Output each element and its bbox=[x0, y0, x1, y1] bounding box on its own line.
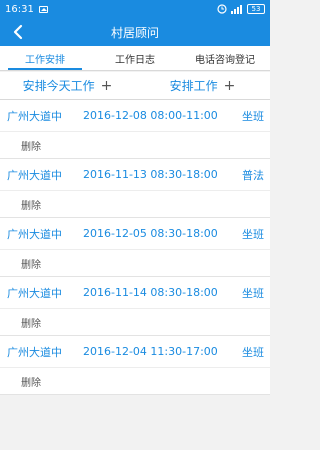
schedule-type: 坐班 bbox=[242, 286, 264, 300]
schedule-type: 坐班 bbox=[242, 227, 264, 241]
list-item: 广州大道中 2016-11-13 08:30-18:00 普法 删除 bbox=[0, 159, 270, 218]
schedule-address: 广州大道中 bbox=[7, 286, 62, 300]
arrange-today-label: 安排今天工作 bbox=[22, 79, 95, 93]
schedule-type: 坐班 bbox=[242, 109, 264, 123]
list-item: 广州大道中 2016-12-04 11:30-17:00 坐班 删除 bbox=[0, 336, 270, 395]
battery-icon: 53 bbox=[247, 4, 265, 14]
list-item: 广州大道中 2016-12-08 08:00-11:00 坐班 删除 bbox=[0, 100, 270, 159]
tab-bar: 工作安排 工作日志 电话咨询登记 bbox=[0, 46, 270, 71]
plus-icon: + bbox=[100, 77, 113, 94]
schedule-time: 2016-11-14 08:30-18:00 bbox=[83, 286, 218, 299]
signal-icon bbox=[231, 5, 242, 14]
alarm-icon bbox=[217, 4, 227, 14]
schedule-time: 2016-12-05 08:30-18:00 bbox=[83, 227, 218, 240]
plus-icon: + bbox=[223, 77, 236, 94]
delete-button[interactable]: 删除 bbox=[21, 256, 41, 271]
back-arrow-icon[interactable] bbox=[10, 23, 28, 41]
image-notification-icon bbox=[38, 5, 48, 13]
battery-level: 53 bbox=[251, 5, 261, 13]
schedule-row[interactable]: 广州大道中 2016-11-14 08:30-18:00 坐班 bbox=[0, 277, 270, 308]
action-bar: 安排今天工作 + 安排工作 + bbox=[0, 72, 270, 100]
schedule-address: 广州大道中 bbox=[7, 227, 62, 241]
arrange-today-button[interactable]: 安排今天工作 + bbox=[0, 72, 135, 99]
status-bar: 16:31 53 bbox=[0, 0, 270, 18]
tab-work-schedule[interactable]: 工作安排 bbox=[0, 46, 90, 70]
schedule-type: 普法 bbox=[242, 168, 264, 182]
schedule-row[interactable]: 广州大道中 2016-12-04 11:30-17:00 坐班 bbox=[0, 336, 270, 367]
schedule-time: 2016-11-13 08:30-18:00 bbox=[83, 168, 218, 181]
schedule-address: 广州大道中 bbox=[7, 109, 62, 123]
arrange-work-label: 安排工作 bbox=[169, 79, 218, 93]
page-title: 村居顾问 bbox=[110, 25, 159, 40]
schedule-type: 坐班 bbox=[242, 345, 264, 359]
schedule-list: 广州大道中 2016-12-08 08:00-11:00 坐班 删除 广州大道中… bbox=[0, 100, 270, 395]
schedule-row[interactable]: 广州大道中 2016-12-05 08:30-18:00 坐班 bbox=[0, 218, 270, 249]
app-header: 村居顾问 bbox=[0, 18, 270, 46]
delete-button[interactable]: 删除 bbox=[21, 138, 41, 153]
schedule-time: 2016-12-04 11:30-17:00 bbox=[83, 345, 218, 358]
delete-button[interactable]: 删除 bbox=[21, 197, 41, 212]
delete-button[interactable]: 删除 bbox=[21, 374, 41, 389]
tab-work-log[interactable]: 工作日志 bbox=[90, 46, 180, 70]
list-item: 广州大道中 2016-12-05 08:30-18:00 坐班 删除 bbox=[0, 218, 270, 277]
arrange-work-button[interactable]: 安排工作 + bbox=[135, 72, 270, 99]
schedule-row[interactable]: 广州大道中 2016-12-08 08:00-11:00 坐班 bbox=[0, 100, 270, 131]
status-time: 16:31 bbox=[5, 3, 34, 15]
schedule-time: 2016-12-08 08:00-11:00 bbox=[83, 109, 218, 122]
delete-button[interactable]: 删除 bbox=[21, 315, 41, 330]
tab-phone-consult-register[interactable]: 电话咨询登记 bbox=[180, 46, 270, 70]
schedule-address: 广州大道中 bbox=[7, 345, 62, 359]
schedule-row[interactable]: 广州大道中 2016-11-13 08:30-18:00 普法 bbox=[0, 159, 270, 190]
list-item: 广州大道中 2016-11-14 08:30-18:00 坐班 删除 bbox=[0, 277, 270, 336]
schedule-address: 广州大道中 bbox=[7, 168, 62, 182]
